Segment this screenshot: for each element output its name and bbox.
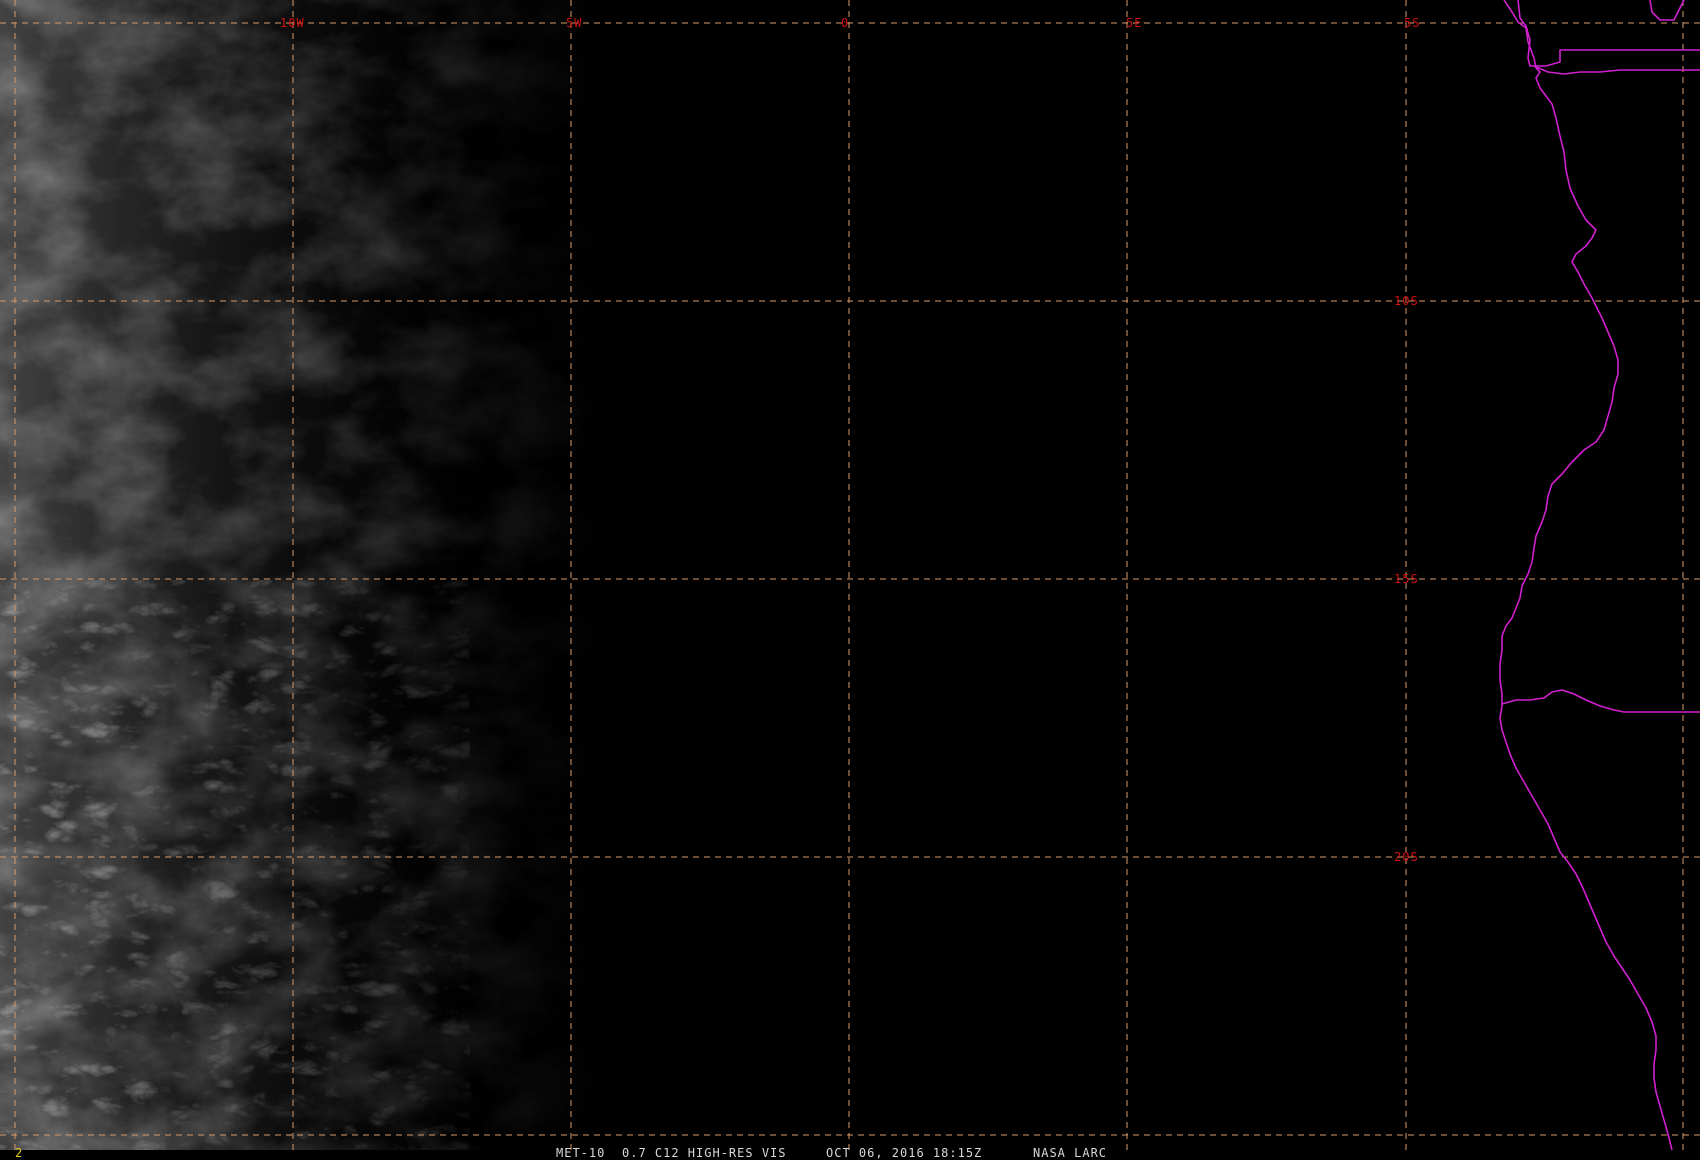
satellite-image-viewer: 10W 5W 0 5E 5S 10S 15S 20S 2 MET-10 0.7 … [0,0,1700,1160]
data-source: NASA LARC [1033,1146,1107,1160]
satellite-name: MET-10 [556,1146,605,1160]
longitude-label: 0 [841,16,849,30]
image-datetime: OCT 06, 2016 18:15Z [826,1146,982,1160]
latitude-label: 10S [1394,294,1419,308]
longitude-label: 10W [280,16,305,30]
satellite-map: 10W 5W 0 5E 5S 10S 15S 20S 2 MET-10 0.7 … [0,0,1700,1160]
longitude-label: 5E [1126,16,1142,30]
frame-number: 2 [15,1146,23,1160]
latitude-label: 15S [1394,572,1419,586]
channel-name: 0.7 C12 HIGH-RES VIS [622,1146,787,1160]
latitude-label: 5S [1404,16,1420,30]
cloud-imagery [0,0,600,1150]
latitude-label: 20S [1394,850,1419,864]
longitude-label: 5W [566,16,582,30]
